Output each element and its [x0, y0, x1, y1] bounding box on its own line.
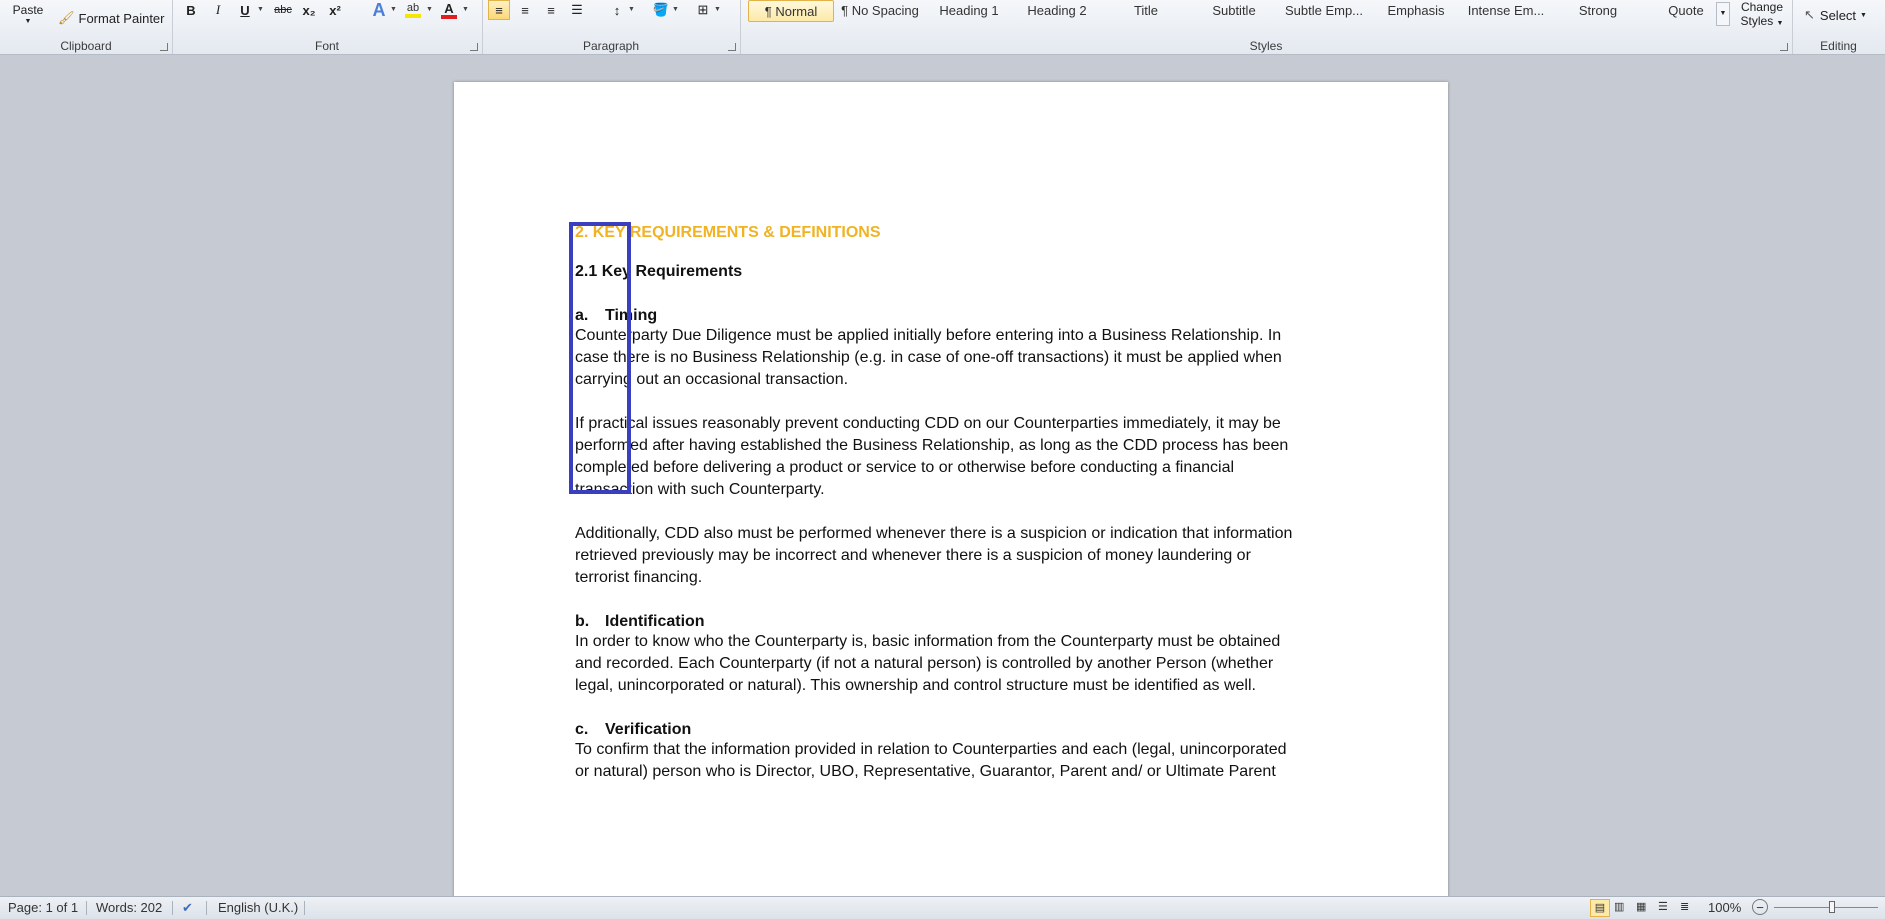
- language-indicator[interactable]: English (U.K.): [218, 900, 298, 915]
- line-spacing-dropdown-icon[interactable]: ▼: [628, 6, 635, 13]
- font-color-icon[interactable]: A: [438, 0, 460, 20]
- shading-dropdown-icon[interactable]: ▼: [672, 6, 679, 13]
- font-color-dropdown-icon[interactable]: ▼: [462, 6, 469, 13]
- styles-dialog-launcher[interactable]: [1780, 43, 1788, 51]
- styles-group-label: Styles: [1249, 39, 1283, 53]
- full-screen-reading-view-icon[interactable]: ▥: [1614, 900, 1624, 913]
- paragraph: Counterparty Due Diligence must be appli…: [575, 327, 1282, 388]
- format-painter-label: Format Painter: [78, 10, 165, 26]
- zoom-slider[interactable]: [1774, 907, 1878, 908]
- paragraph: To confirm that the information provided…: [575, 741, 1287, 780]
- highlight-color-bar: [405, 14, 421, 18]
- section-title: Identification: [605, 613, 705, 630]
- underline-button[interactable]: U: [234, 0, 256, 20]
- style-normal[interactable]: ¶ Normal: [748, 0, 834, 22]
- font-group: B I U ▼ abc x₂ x² A ▼ ab ▼ A ▼ Font: [172, 0, 483, 54]
- paragraph: In order to know who the Counterparty is…: [575, 633, 1281, 694]
- paragraph: If practical issues reasonably prevent c…: [575, 415, 1289, 498]
- web-layout-view-icon[interactable]: ▦: [1636, 900, 1646, 913]
- proofing-icon[interactable]: ✔: [182, 900, 193, 916]
- style-title[interactable]: Title: [1104, 0, 1188, 20]
- clipboard-group: Paste ▼ 🖌 Format Painter Clipboard: [0, 0, 173, 54]
- style-heading-1[interactable]: Heading 1: [926, 0, 1012, 20]
- document-page[interactable]: 2. KEY REQUIREMENTS & DEFINITIONS 2.1 Ke…: [454, 82, 1448, 918]
- align-left-button[interactable]: ≡: [488, 0, 510, 20]
- paste-button[interactable]: Paste ▼: [8, 0, 48, 28]
- paragraph-group: ≡ ≡ ≡ ☰ ↕ ▼ 🪣 ▼ ⊞ ▼ Paragraph: [482, 0, 741, 54]
- outline-view-icon[interactable]: ☰: [1658, 900, 1668, 913]
- select-label: Select: [1819, 7, 1857, 23]
- text-effects-icon[interactable]: A: [368, 0, 390, 20]
- select-button[interactable]: ↖ Select ▼: [1804, 6, 1867, 24]
- section-heading-a: a. Timing: [575, 305, 1335, 327]
- draft-view-icon[interactable]: ≣: [1680, 900, 1689, 913]
- clipboard-dialog-launcher[interactable]: [160, 43, 168, 51]
- borders-dropdown-icon[interactable]: ▼: [714, 6, 721, 13]
- document-body[interactable]: 2. KEY REQUIREMENTS & DEFINITIONS 2.1 Ke…: [575, 222, 1335, 783]
- style-subtitle[interactable]: Subtitle: [1192, 0, 1276, 20]
- text-effects-dropdown-icon[interactable]: ▼: [390, 6, 397, 13]
- style-no-spacing[interactable]: ¶ No Spacing: [836, 0, 924, 20]
- heading-2: 2.1 Key Requirements: [575, 263, 743, 280]
- chevron-down-icon: ▼: [24, 18, 32, 25]
- paintbrush-icon: 🖌: [58, 10, 75, 25]
- shading-icon[interactable]: 🪣: [650, 0, 672, 20]
- status-bar: Page: 1 of 1 Words: 202 ✔ English (U.K.)…: [0, 896, 1885, 919]
- underline-dropdown-icon[interactable]: ▼: [257, 6, 264, 13]
- clipboard-group-label: Clipboard: [60, 39, 112, 53]
- styles-group: ¶ Normal ¶ No Spacing Heading 1 Heading …: [740, 0, 1793, 54]
- editing-group-label: Editing: [1820, 39, 1857, 53]
- paste-label: Paste: [12, 3, 44, 17]
- word-count[interactable]: Words: 202: [96, 900, 162, 915]
- borders-icon[interactable]: ⊞: [692, 0, 714, 20]
- section-number: a.: [575, 307, 589, 324]
- bold-button[interactable]: B: [180, 0, 202, 20]
- print-layout-view-icon[interactable]: ▤: [1590, 899, 1610, 917]
- paragraph: Additionally, CDD also must be performed…: [575, 525, 1293, 586]
- style-strong[interactable]: Strong: [1556, 0, 1640, 20]
- align-right-button[interactable]: ≡: [540, 0, 562, 20]
- styles-more-button[interactable]: ▼: [1716, 2, 1730, 26]
- justify-button[interactable]: ☰: [566, 0, 588, 20]
- section-number: c.: [575, 721, 589, 738]
- cursor-arrow-icon: ↖: [1804, 7, 1815, 22]
- ribbon: Paste ▼ 🖌 Format Painter Clipboard B I U…: [0, 0, 1885, 55]
- paragraph-group-label: Paragraph: [582, 39, 640, 53]
- section-number: b.: [575, 613, 590, 630]
- heading-1: 2. KEY REQUIREMENTS & DEFINITIONS: [575, 224, 881, 241]
- font-dialog-launcher[interactable]: [470, 43, 478, 51]
- editing-group: ↖ Select ▼ Editing: [1792, 0, 1885, 54]
- chevron-down-icon: ▼: [1776, 20, 1784, 27]
- format-painter-button[interactable]: 🖌 Format Painter: [58, 8, 165, 28]
- change-styles-label-1: Change: [1740, 0, 1784, 14]
- change-styles-button[interactable]: Change Styles ▼: [1736, 0, 1788, 30]
- superscript-button[interactable]: x²: [324, 0, 346, 20]
- section-title: Timing: [605, 307, 658, 324]
- style-intense-emphasis[interactable]: Intense Em...: [1460, 0, 1552, 20]
- subscript-button[interactable]: x₂: [298, 0, 320, 20]
- zoom-level[interactable]: 100%: [1708, 900, 1741, 915]
- highlight-icon[interactable]: ab: [402, 0, 424, 20]
- highlight-dropdown-icon[interactable]: ▼: [426, 6, 433, 13]
- change-styles-label-2: Styles: [1740, 14, 1774, 28]
- section-heading-c: c. Verification: [575, 719, 1335, 741]
- align-center-button[interactable]: ≡: [514, 0, 536, 20]
- section-title: Verification: [605, 721, 692, 738]
- italic-button[interactable]: I: [207, 0, 229, 20]
- page-count[interactable]: Page: 1 of 1: [8, 900, 78, 915]
- zoom-slider-thumb[interactable]: [1829, 901, 1835, 913]
- style-heading-2[interactable]: Heading 2: [1014, 0, 1100, 20]
- section-heading-b: b. Identification: [575, 611, 1335, 633]
- chevron-down-icon: ▼: [1860, 11, 1867, 19]
- paragraph-dialog-launcher[interactable]: [728, 43, 736, 51]
- strikethrough-button[interactable]: abc: [272, 0, 294, 20]
- zoom-out-icon[interactable]: −: [1752, 899, 1768, 915]
- font-color-bar: [441, 14, 457, 19]
- font-group-label: Font: [314, 39, 339, 53]
- style-subtle-emphasis[interactable]: Subtle Emp...: [1278, 0, 1370, 20]
- style-emphasis[interactable]: Emphasis: [1374, 0, 1458, 20]
- line-spacing-icon[interactable]: ↕: [606, 0, 628, 20]
